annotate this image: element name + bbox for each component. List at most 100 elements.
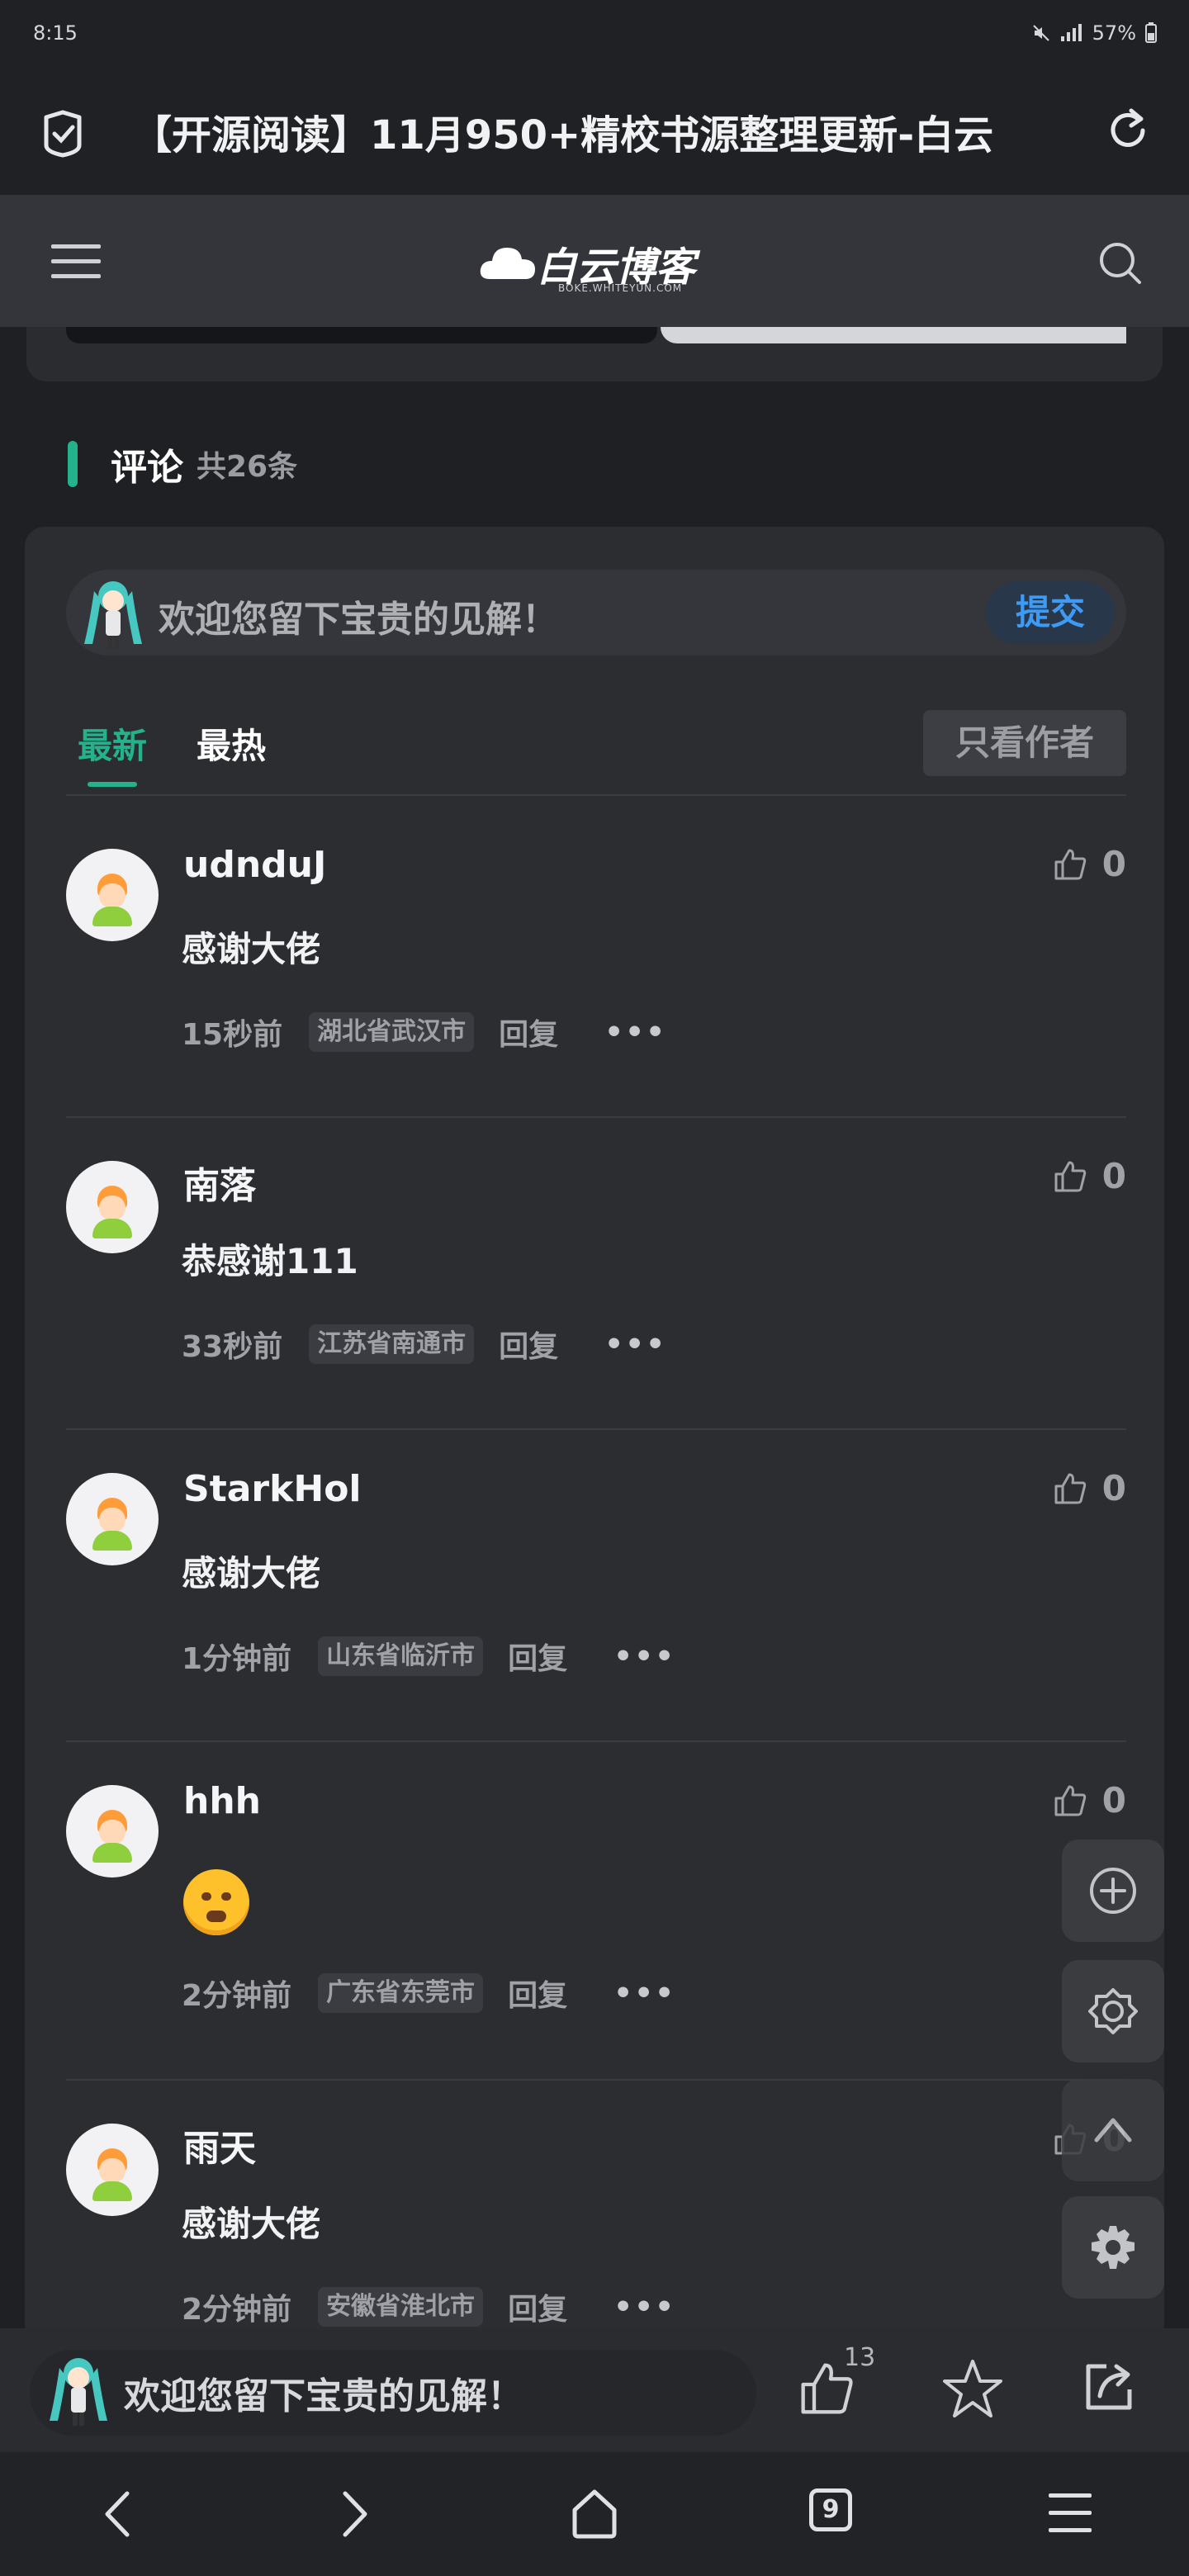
reply-button[interactable]: 回复 — [508, 1972, 567, 2015]
browser-nav-bar: 9 — [0, 2452, 1189, 2576]
comment-text: 恭感谢111 — [182, 1241, 358, 1281]
tab-hottest[interactable]: 最热 — [197, 718, 266, 769]
star-icon[interactable] — [941, 2358, 1004, 2419]
menu-icon[interactable] — [51, 241, 101, 282]
comment-input-placeholder: 欢迎您留下宝贵的见解！ — [159, 599, 558, 641]
tabs-button[interactable]: 9 — [809, 2488, 852, 2531]
thumbs-up-icon — [1054, 1473, 1086, 1503]
comment-username[interactable]: hhh — [183, 1780, 261, 1822]
status-bar: 8:15 57% — [0, 0, 1189, 69]
floating-settings-button[interactable] — [1062, 2196, 1164, 2299]
comment-item: StarkHol 感谢大佬 1分钟前 山东省临沂市 回复 ••• 0 — [66, 1420, 1126, 1731]
like-count: 0 — [1101, 1156, 1126, 1196]
more-options-button[interactable]: ••• — [613, 2290, 675, 2324]
miku-avatar-icon — [84, 581, 142, 649]
comment-meta: 2分钟前 广东省东莞市 回复 ••• — [182, 1972, 675, 2015]
hamburger-menu-icon[interactable] — [1049, 2490, 1092, 2536]
more-options-button[interactable]: ••• — [604, 1016, 666, 1049]
comment-time: 15秒前 — [182, 1018, 283, 1052]
like-button[interactable]: 0 — [1053, 844, 1126, 884]
status-time: 8:15 — [33, 21, 78, 45]
page-title[interactable]: 【开源阅读】11月950+精校书源整理更新-白云 — [132, 102, 1073, 160]
avatar[interactable] — [66, 1785, 159, 1878]
like-button[interactable]: 0 — [1053, 1468, 1126, 1508]
avatar[interactable] — [66, 2124, 159, 2216]
only-author-button[interactable]: 只看作者 — [923, 710, 1126, 776]
tab-latest[interactable]: 最新 — [78, 718, 147, 787]
comment-username[interactable]: 南落 — [183, 1156, 256, 1209]
comment-location: 广东省东莞市 — [318, 1973, 484, 2013]
shield-check-icon[interactable] — [40, 109, 86, 159]
comment-username[interactable]: StarkHol — [183, 1468, 362, 1510]
search-icon[interactable] — [1098, 241, 1143, 286]
comments-heading: 评论 共26条 — [68, 438, 297, 490]
heading-accent-bar — [68, 441, 78, 487]
comment-time: 33秒前 — [182, 1330, 283, 1364]
avatar[interactable] — [66, 1161, 159, 1253]
comment-item: hhh 2分钟前 广东省东莞市 回复 ••• 0 — [66, 1732, 1126, 2071]
floating-top-button[interactable] — [1062, 2079, 1164, 2181]
like-count: 0 — [1101, 1468, 1126, 1508]
comment-username[interactable]: 雨天 — [183, 2119, 256, 2171]
comment-text: 感谢大佬 — [182, 2204, 321, 2244]
avatar[interactable] — [66, 1473, 159, 1565]
reply-button[interactable]: 回复 — [508, 2285, 567, 2328]
thumbs-up-icon — [1054, 1785, 1086, 1816]
mute-icon — [1032, 25, 1049, 41]
comment-username[interactable]: udnduJ — [183, 844, 326, 886]
battery-icon — [1145, 22, 1157, 43]
cloud-icon — [480, 248, 535, 279]
site-logo[interactable]: 白云博客 BOKE.WHITEYUN.COM — [479, 234, 710, 294]
battery-level: 57% — [1092, 21, 1136, 45]
comment-meta: 2分钟前 安徽省淮北市 回复 ••• — [182, 2285, 675, 2328]
article-card-bottom — [26, 327, 1163, 381]
logo-subtitle: BOKE.WHITEYUN.COM — [558, 282, 683, 294]
comment-time: 1分钟前 — [182, 1642, 292, 1676]
comment-location: 江苏省南通市 — [309, 1324, 475, 1364]
comment-time: 2分钟前 — [182, 2293, 292, 2327]
floating-theme-button[interactable] — [1062, 1960, 1164, 2062]
gear-icon — [1092, 2226, 1135, 2269]
angry-face-emoji-icon — [183, 1869, 249, 1935]
site-header: 白云博客 BOKE.WHITEYUN.COM — [0, 195, 1189, 327]
reload-icon[interactable] — [1103, 106, 1153, 155]
comments-count: 共26条 — [197, 450, 298, 484]
comment-sort-tabs: 最新 最热 — [78, 718, 266, 787]
reply-button[interactable]: 回复 — [499, 1011, 558, 1054]
arrow-up-icon — [1094, 2118, 1132, 2143]
bottom-input-placeholder: 欢迎您留下宝贵的见解！ — [124, 2375, 523, 2417]
comment-location: 山东省临沂市 — [318, 1636, 484, 1676]
home-icon[interactable] — [568, 2487, 621, 2540]
status-icons: 57% — [1031, 21, 1158, 45]
more-options-button[interactable]: ••• — [613, 1977, 675, 2010]
share-icon[interactable] — [1082, 2360, 1136, 2414]
comment-input[interactable]: 欢迎您留下宝贵的见解！ 提交 — [66, 570, 1126, 656]
more-options-button[interactable]: ••• — [604, 1328, 666, 1361]
signal-icon — [1060, 24, 1082, 41]
plus-circle-icon — [1090, 1868, 1136, 1914]
back-icon[interactable] — [101, 2488, 134, 2540]
article-like-count: 13 — [844, 2343, 876, 2372]
comment-meta: 1分钟前 山东省临沂市 回复 ••• — [182, 1635, 675, 1678]
screenshot-image-edge — [661, 327, 1126, 343]
like-count: 0 — [1101, 1780, 1126, 1821]
comment-meta: 15秒前 湖北省武汉市 回复 ••• — [182, 1011, 666, 1054]
more-options-button[interactable]: ••• — [613, 1640, 675, 1674]
avatar[interactable] — [66, 849, 159, 941]
comment-item: udnduJ 感谢大佬 15秒前 湖北省武汉市 回复 ••• 0 — [66, 796, 1126, 1106]
comment-location: 湖北省武汉市 — [309, 1012, 475, 1052]
thumbs-up-icon — [1054, 1161, 1086, 1191]
comment-text: 感谢大佬 — [182, 1553, 321, 1593]
comments-title: 评论 — [111, 447, 183, 489]
like-button[interactable]: 0 — [1053, 1780, 1126, 1821]
submit-button[interactable]: 提交 — [986, 581, 1115, 644]
reply-button[interactable]: 回复 — [499, 1323, 558, 1366]
bottom-action-bar: 欢迎您留下宝贵的见解！ 13 — [0, 2328, 1189, 2452]
comment-text: 感谢大佬 — [182, 929, 321, 969]
like-button[interactable]: 0 — [1053, 1156, 1126, 1196]
like-count: 0 — [1101, 844, 1126, 884]
comment-item: 南落 恭感谢111 33秒前 江苏省南通市 回复 ••• 0 — [66, 1108, 1126, 1418]
forward-icon[interactable] — [339, 2488, 372, 2540]
floating-add-button[interactable] — [1062, 1840, 1164, 1942]
reply-button[interactable]: 回复 — [508, 1635, 567, 1678]
